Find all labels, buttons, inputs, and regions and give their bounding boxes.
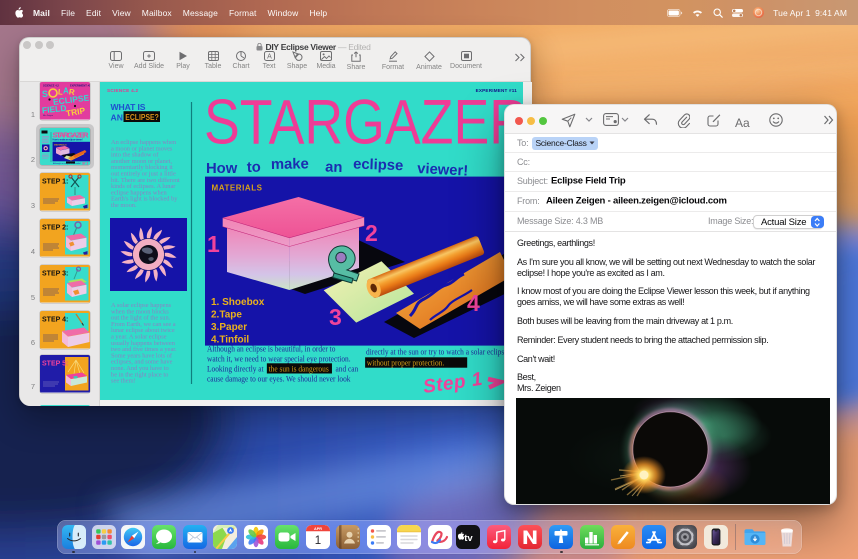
svg-text:APR: APR [313,527,321,531]
svg-text:2: 2 [365,220,378,246]
svg-text:STEP 5:: STEP 5: [42,361,68,368]
svg-text:eclipse: eclipse [353,157,404,175]
svg-text:STEP 2:: STEP 2: [42,225,68,232]
svg-text:3.Paper: 3.Paper [211,322,247,333]
svg-text:tv: tv [464,533,473,544]
svg-text:How to make an eclipse viewer!: How to make an eclipse viewer! [53,138,83,141]
svg-text:1: 1 [314,535,320,547]
svg-text:Although an eclipse is beautif: Although an eclipse is beautiful, in ord… [207,344,335,354]
svg-text:the sun is dangerous: the sun is dangerous [269,364,329,374]
svg-text:How: How [206,161,238,177]
svg-text:3: 3 [329,304,342,330]
svg-text:WHAT IS: WHAT IS [111,102,146,112]
svg-text:watch it, we need to wear spec: watch it, we need to wear special eye pr… [207,354,351,364]
svg-text:A: A [267,53,272,60]
svg-text:cause damage to our eyes. We s: cause damage to our eyes. We should neve… [207,374,351,384]
svg-text:without proper protection.: without proper protection. [367,358,444,368]
svg-text:1. Shoebox: 1. Shoebox [211,297,265,308]
svg-text:Mrs Zeigen: Mrs Zeigen [43,115,53,117]
svg-text:MATERIALS: MATERIALS [54,143,67,146]
svg-text:the moon.: the moon. [111,202,137,209]
svg-text:SCIENCE 4.2: SCIENCE 4.2 [107,88,139,93]
svg-text:ECLIPSE?: ECLIPSE? [125,112,159,122]
svg-text:and can: and can [335,364,358,374]
svg-text:STEP 1:: STEP 1: [42,179,68,186]
svg-text:St 1: St 1 [82,161,88,165]
svg-text:an: an [325,160,343,177]
svg-text:Looking directly at: Looking directly at [207,364,264,374]
svg-text:see them!: see them! [111,378,136,385]
svg-text:STARGAZER: STARGAZER [204,87,523,157]
svg-text:to: to [247,160,262,176]
svg-text:AN: AN [111,112,123,122]
svg-text:SCIENCE 4.2: SCIENCE 4.2 [43,83,59,87]
svg-text:STEP 4:: STEP 4: [42,317,68,324]
svg-text:MATERIALS: MATERIALS [212,184,263,193]
svg-text:make: make [271,156,309,173]
svg-text:S: S [42,89,49,99]
svg-text:1: 1 [207,231,220,257]
svg-text:directly at the sun or try to: directly at the sun or try to watch a so… [366,347,508,357]
svg-text:STEP 3:: STEP 3: [42,271,68,278]
svg-text:4: 4 [467,290,480,316]
svg-text:2.Tape: 2.Tape [211,310,242,321]
